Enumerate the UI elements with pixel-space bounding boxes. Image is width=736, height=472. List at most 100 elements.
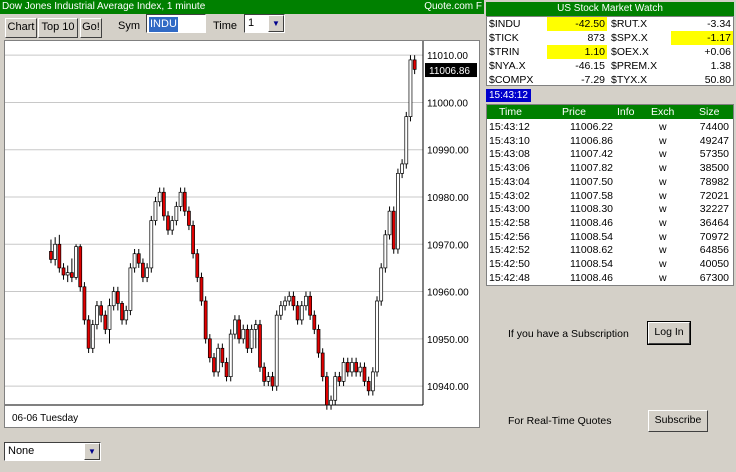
market-symbol: $PREM.X xyxy=(611,60,658,72)
go-button[interactable]: Go! xyxy=(80,18,102,38)
candle-body xyxy=(174,206,179,221)
trade-price: 11008.54 xyxy=(569,258,613,270)
trade-price: 11008.46 xyxy=(569,216,613,229)
candle-body xyxy=(103,314,108,330)
candle-body xyxy=(366,381,371,392)
candle-body xyxy=(220,347,225,363)
symbol-input-value: INDU xyxy=(149,17,178,32)
window-title-bar: Dow Jones Industrial Average Index, 1 mi… xyxy=(0,0,484,14)
candle-body xyxy=(136,253,141,264)
candle-body xyxy=(291,295,296,307)
trade-price: 11008.54 xyxy=(569,230,613,243)
trade-size: 64856 xyxy=(699,244,729,257)
trade-size: 40050 xyxy=(699,258,729,270)
trade-exchange: w xyxy=(659,121,667,133)
col-header-price: Price xyxy=(562,106,586,118)
candle-body xyxy=(408,59,413,117)
trade-exchange: w xyxy=(659,258,667,270)
time-and-sales-header: Time Price Info Exch Size xyxy=(487,105,733,119)
candle-body xyxy=(233,319,237,335)
trade-price: 11006.22 xyxy=(569,121,613,133)
candle-body xyxy=(95,305,99,325)
candle-body xyxy=(241,329,246,340)
candle-body xyxy=(116,291,120,304)
candle-body xyxy=(274,314,279,387)
candle-body xyxy=(203,300,208,340)
trade-time: 15:43:08 xyxy=(489,148,530,161)
y-tick-label: 10980.00 xyxy=(427,193,469,204)
candle-body xyxy=(370,371,375,392)
candle-body xyxy=(178,191,183,207)
chart-button[interactable]: Chart xyxy=(5,18,37,38)
table-row: 15:43:12 11006.22 w 74400 xyxy=(487,121,733,135)
market-value: -42.50 xyxy=(547,17,607,31)
market-value: -46.15 xyxy=(575,60,605,72)
market-value: -1.17 xyxy=(671,31,733,45)
y-tick-label: 10940.00 xyxy=(427,382,469,393)
candle-body xyxy=(182,191,187,212)
trade-exchange: w xyxy=(659,134,667,147)
trade-size: 72021 xyxy=(699,189,729,202)
trade-exchange: w xyxy=(659,216,667,229)
candle-body xyxy=(191,225,195,255)
symbol-input[interactable]: INDU xyxy=(146,14,206,33)
market-symbol: $COMPX xyxy=(489,74,534,86)
candle-body xyxy=(245,329,250,349)
candle-body xyxy=(224,362,229,377)
candle-body xyxy=(187,210,191,226)
indicator-select-value: None xyxy=(8,445,35,457)
indicator-select[interactable]: None ▼ xyxy=(4,442,101,461)
market-watch-row: $NYA.X -46.15 $PREM.X 1.38 xyxy=(487,59,735,73)
subscription-text: If you have a Subscription xyxy=(508,328,629,340)
trade-exchange: w xyxy=(659,189,667,202)
trade-time: 15:43:00 xyxy=(489,203,530,216)
market-value: -7.29 xyxy=(581,74,605,86)
trade-exchange: w xyxy=(659,244,667,257)
candle-body xyxy=(279,305,283,316)
candle-body xyxy=(128,267,133,311)
market-watch-row: $INDU -42.50 $RUT.X -3.34 xyxy=(487,17,735,31)
candle-body xyxy=(304,295,308,307)
candle-body xyxy=(153,201,158,221)
market-value: -3.34 xyxy=(707,18,731,30)
table-row: 15:42:50 11008.54 w 40050 xyxy=(487,258,733,272)
time-interval-value: 1 xyxy=(248,17,255,29)
candle-body xyxy=(212,357,216,373)
market-symbol: $OEX.X xyxy=(611,46,649,58)
candle-body xyxy=(216,347,221,373)
top10-button[interactable]: Top 10 xyxy=(38,18,78,38)
table-row: 15:42:52 11008.62 w 64856 xyxy=(487,244,733,258)
candle-body xyxy=(404,116,409,165)
candle-body xyxy=(124,310,129,321)
trade-exchange: w xyxy=(659,203,667,216)
col-header-exch: Exch xyxy=(651,106,675,118)
candle-body xyxy=(78,246,83,288)
trade-exchange: w xyxy=(659,271,667,284)
candle-body xyxy=(70,272,74,278)
candle-body xyxy=(237,319,241,340)
candle-body xyxy=(82,286,87,321)
chevron-down-icon[interactable]: ▼ xyxy=(268,15,284,32)
candle-body xyxy=(253,324,258,330)
candle-body xyxy=(295,305,300,321)
trade-size: 57350 xyxy=(699,148,729,161)
subscribe-button[interactable]: Subscribe xyxy=(648,410,708,432)
trade-size: 78982 xyxy=(699,175,729,188)
trade-time: 15:43:10 xyxy=(489,134,530,147)
table-row: 15:43:06 11007.82 w 38500 xyxy=(487,162,733,176)
col-header-info: Info xyxy=(617,106,635,118)
y-tick-label: 10950.00 xyxy=(427,335,469,346)
candle-body xyxy=(312,314,317,330)
market-watch-row: $TRIN 1.10 $OEX.X +0.06 xyxy=(487,45,735,59)
market-symbol: $TICK xyxy=(489,32,519,44)
candle-body xyxy=(333,376,338,401)
table-row: 15:42:48 11008.46 w 67300 xyxy=(487,272,733,286)
chevron-down-icon[interactable]: ▼ xyxy=(84,443,100,460)
trade-time: 15:43:12 xyxy=(489,121,530,133)
table-row: 15:42:58 11008.46 w 36464 xyxy=(487,217,733,231)
table-row: 15:42:56 11008.54 w 70972 xyxy=(487,231,733,245)
time-interval-select[interactable]: 1 ▼ xyxy=(244,14,285,33)
market-value: 50.80 xyxy=(704,74,731,86)
chart-date-label: 06-06 Tuesday xyxy=(12,413,79,424)
login-button[interactable]: Log In xyxy=(647,321,691,345)
